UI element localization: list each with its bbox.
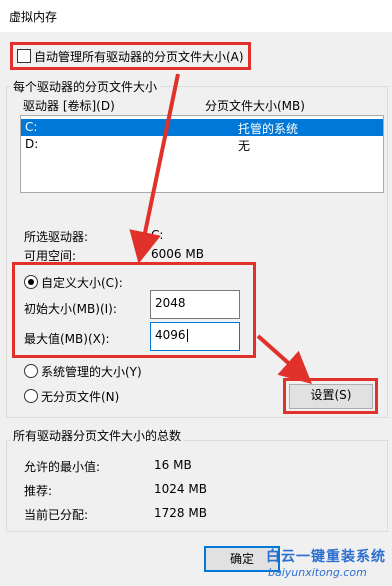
watermark-title: 白云一键重装系统: [266, 549, 386, 565]
watermark-url: baiyunxitong.com: [268, 566, 367, 579]
annotation-arrows: [129, 73, 312, 384]
arrow-to-set-button: [256, 334, 312, 384]
watermark: 白云一键重装系统 baiyunxitong.com: [262, 544, 387, 584]
arrow-to-custom-size: [129, 73, 180, 264]
